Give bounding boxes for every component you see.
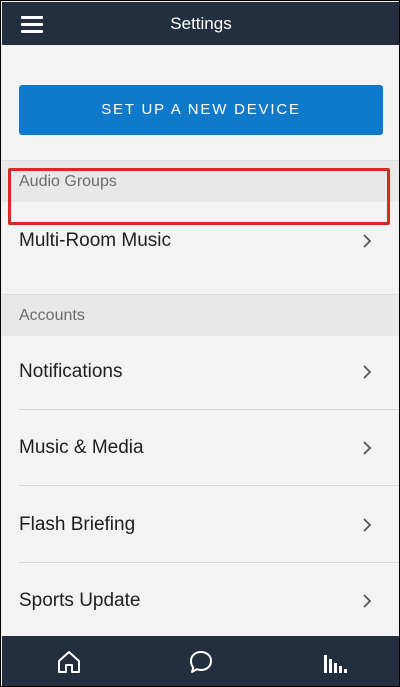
home-icon[interactable] [56,649,82,675]
app-frame: Settings SET UP A NEW DEVICE Audio Group… [0,0,400,687]
top-app-bar: Settings [2,2,399,45]
now-playing-bars-icon[interactable] [322,649,348,675]
settings-content: SET UP A NEW DEVICE Audio Groups Multi-R… [2,45,399,639]
settings-row-label: Notifications [19,361,123,382]
settings-row-label: Flash Briefing [19,514,136,535]
chat-bubble-icon[interactable] [188,649,214,675]
page-title: Settings [170,14,232,33]
settings-row-label: Multi-Room Music [19,230,172,251]
settings-row-flash-briefing[interactable]: Flash Briefing [19,487,399,563]
settings-row-label: Sports Update [19,590,141,611]
chevron-right-icon [363,365,372,379]
settings-row-sports-update[interactable]: Sports Update [19,563,399,639]
settings-row-multi-room-music[interactable]: Multi-Room Music [19,203,399,279]
settings-row-label: Music & Media [19,437,144,458]
chevron-right-icon [363,594,372,608]
section-header-audio-groups: Audio Groups [2,160,399,202]
settings-row-notifications[interactable]: Notifications [19,334,399,410]
bottom-nav-bar [2,636,399,686]
chevron-right-icon [363,441,372,455]
setup-new-device-button[interactable]: SET UP A NEW DEVICE [19,85,383,135]
section-header-accounts: Accounts [2,294,399,336]
settings-row-music-media[interactable]: Music & Media [19,410,399,486]
chevron-right-icon [363,518,372,532]
chevron-right-icon [363,234,372,248]
